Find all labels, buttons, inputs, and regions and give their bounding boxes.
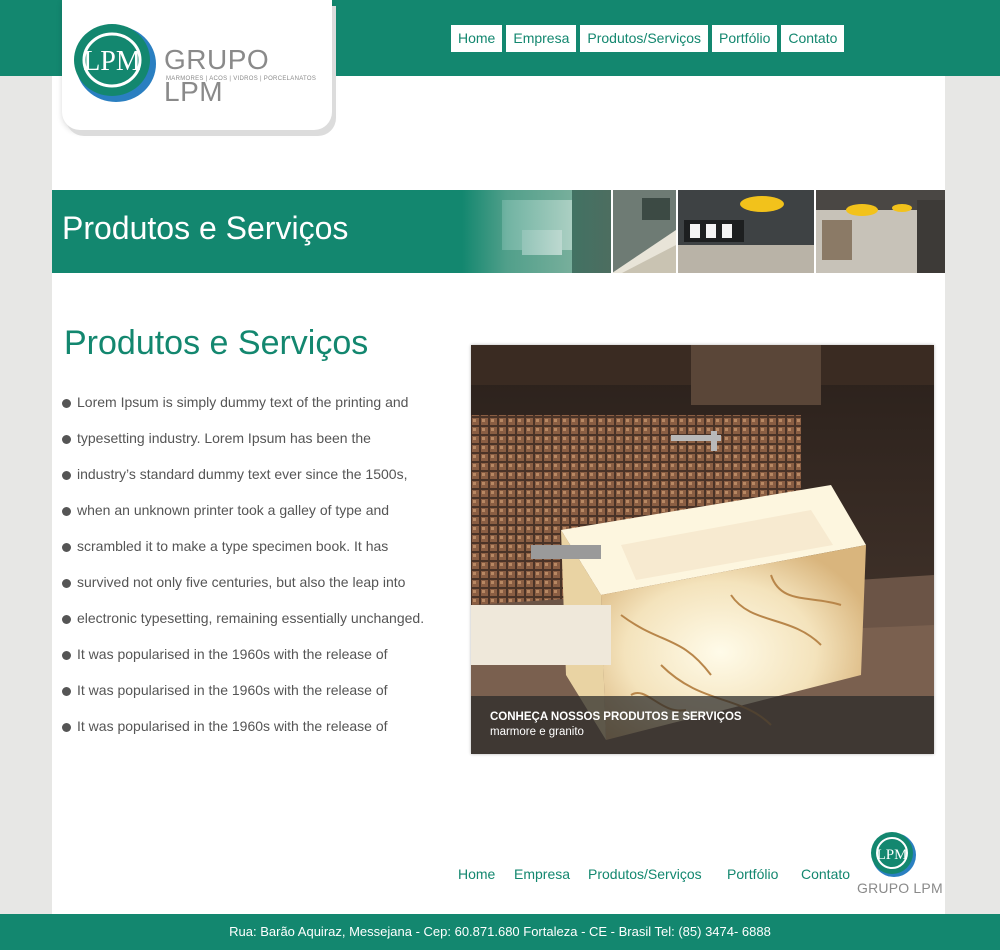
footer-address: Rua: Barão Aquiraz, Messejana - Cep: 60.… xyxy=(229,924,771,939)
list-item-text: It was popularised in the 1960s with the… xyxy=(77,682,388,698)
footer-nav-home[interactable]: Home xyxy=(458,866,495,882)
bullet-list: Lorem Ipsum is simply dummy text of the … xyxy=(62,384,424,744)
onyx-sink-image xyxy=(471,345,934,754)
caption-title: CONHEÇA NOSSOS PRODUTOS E SERVIÇOS xyxy=(490,711,742,723)
list-item-text: survived not only five centuries, but al… xyxy=(77,574,406,590)
footer-nav-contato[interactable]: Contato xyxy=(801,866,850,882)
photo-caption: CONHEÇA NOSSOS PRODUTOS E SERVIÇOS marmo… xyxy=(471,696,934,754)
logo-monogram: LPM xyxy=(83,46,141,77)
list-item: Lorem Ipsum is simply dummy text of the … xyxy=(62,384,424,420)
footer-logo-icon[interactable]: LPM xyxy=(857,830,931,880)
footer-logo-monogram: LPM xyxy=(877,847,908,863)
featured-photo[interactable]: CONHEÇA NOSSOS PRODUTOS E SERVIÇOS marmo… xyxy=(471,345,934,754)
bullet-dot-icon xyxy=(62,722,71,732)
list-item-text: scrambled it to make a type specimen boo… xyxy=(77,538,389,554)
footer-logo-text: GRUPO LPM xyxy=(857,880,943,896)
nav-contato[interactable]: Contato xyxy=(781,25,845,52)
logo-card[interactable]: LPM GRUPO LPM MARMORES | ACOS | VIDROS |… xyxy=(62,0,332,130)
list-item-text: It was popularised in the 1960s with the… xyxy=(77,718,388,734)
list-item: It was popularised in the 1960s with the… xyxy=(62,672,424,708)
bullet-dot-icon xyxy=(62,398,71,408)
list-item-text: when an unknown printer took a galley of… xyxy=(77,502,390,518)
page-banner: Produtos e Serviços xyxy=(52,190,945,273)
banner-photo-strip xyxy=(462,190,945,273)
list-item: It was popularised in the 1960s with the… xyxy=(62,636,424,672)
list-item-text: Lorem Ipsum is simply dummy text of the … xyxy=(77,394,409,410)
bullet-dot-icon xyxy=(62,470,71,480)
bullet-dot-icon xyxy=(62,614,71,624)
bullet-dot-icon xyxy=(62,686,71,696)
list-item-text: industry’s standard dummy text ever sinc… xyxy=(77,466,408,482)
list-item: when an unknown printer took a galley of… xyxy=(62,492,424,528)
nav-produtos-servicos[interactable]: Produtos/Serviços xyxy=(580,25,708,52)
banner-title: Produtos e Serviços xyxy=(62,210,349,246)
list-item: It was popularised in the 1960s with the… xyxy=(62,708,424,744)
main-nav: Home Empresa Produtos/Serviços Portfólio… xyxy=(451,25,845,52)
list-item: survived not only five centuries, but al… xyxy=(62,564,424,600)
footer-nav-portfolio[interactable]: Portfólio xyxy=(727,866,778,882)
list-item: electronic typesetting, remaining essent… xyxy=(62,600,424,636)
nav-empresa[interactable]: Empresa xyxy=(506,25,577,52)
lpm-logo-icon: LPM xyxy=(74,24,156,102)
nav-portfolio[interactable]: Portfólio xyxy=(712,25,778,52)
list-item-text: It was popularised in the 1960s with the… xyxy=(77,646,388,662)
bullet-dot-icon xyxy=(62,434,71,444)
bullet-dot-icon xyxy=(62,578,71,588)
list-item-text: electronic typesetting, remaining essent… xyxy=(77,610,425,626)
list-item: typesetting industry. Lorem Ipsum has be… xyxy=(62,420,424,456)
list-item-text: typesetting industry. Lorem Ipsum has be… xyxy=(77,430,371,446)
list-item: scrambled it to make a type specimen boo… xyxy=(62,528,424,564)
list-item: industry’s standard dummy text ever sinc… xyxy=(62,456,424,492)
bullet-dot-icon xyxy=(62,650,71,660)
section-title: Produtos e Serviços xyxy=(64,324,369,362)
bullet-dot-icon xyxy=(62,542,71,552)
bullet-dot-icon xyxy=(62,506,71,516)
nav-home[interactable]: Home xyxy=(451,25,503,52)
brand-tagline: MARMORES | ACOS | VIDROS | PORCELANATOS xyxy=(166,76,317,82)
caption-subtitle: marmore e granito xyxy=(490,726,584,738)
footer-nav-empresa[interactable]: Empresa xyxy=(514,866,570,882)
footer-nav-produtos-servicos[interactable]: Produtos/Serviços xyxy=(588,866,702,882)
